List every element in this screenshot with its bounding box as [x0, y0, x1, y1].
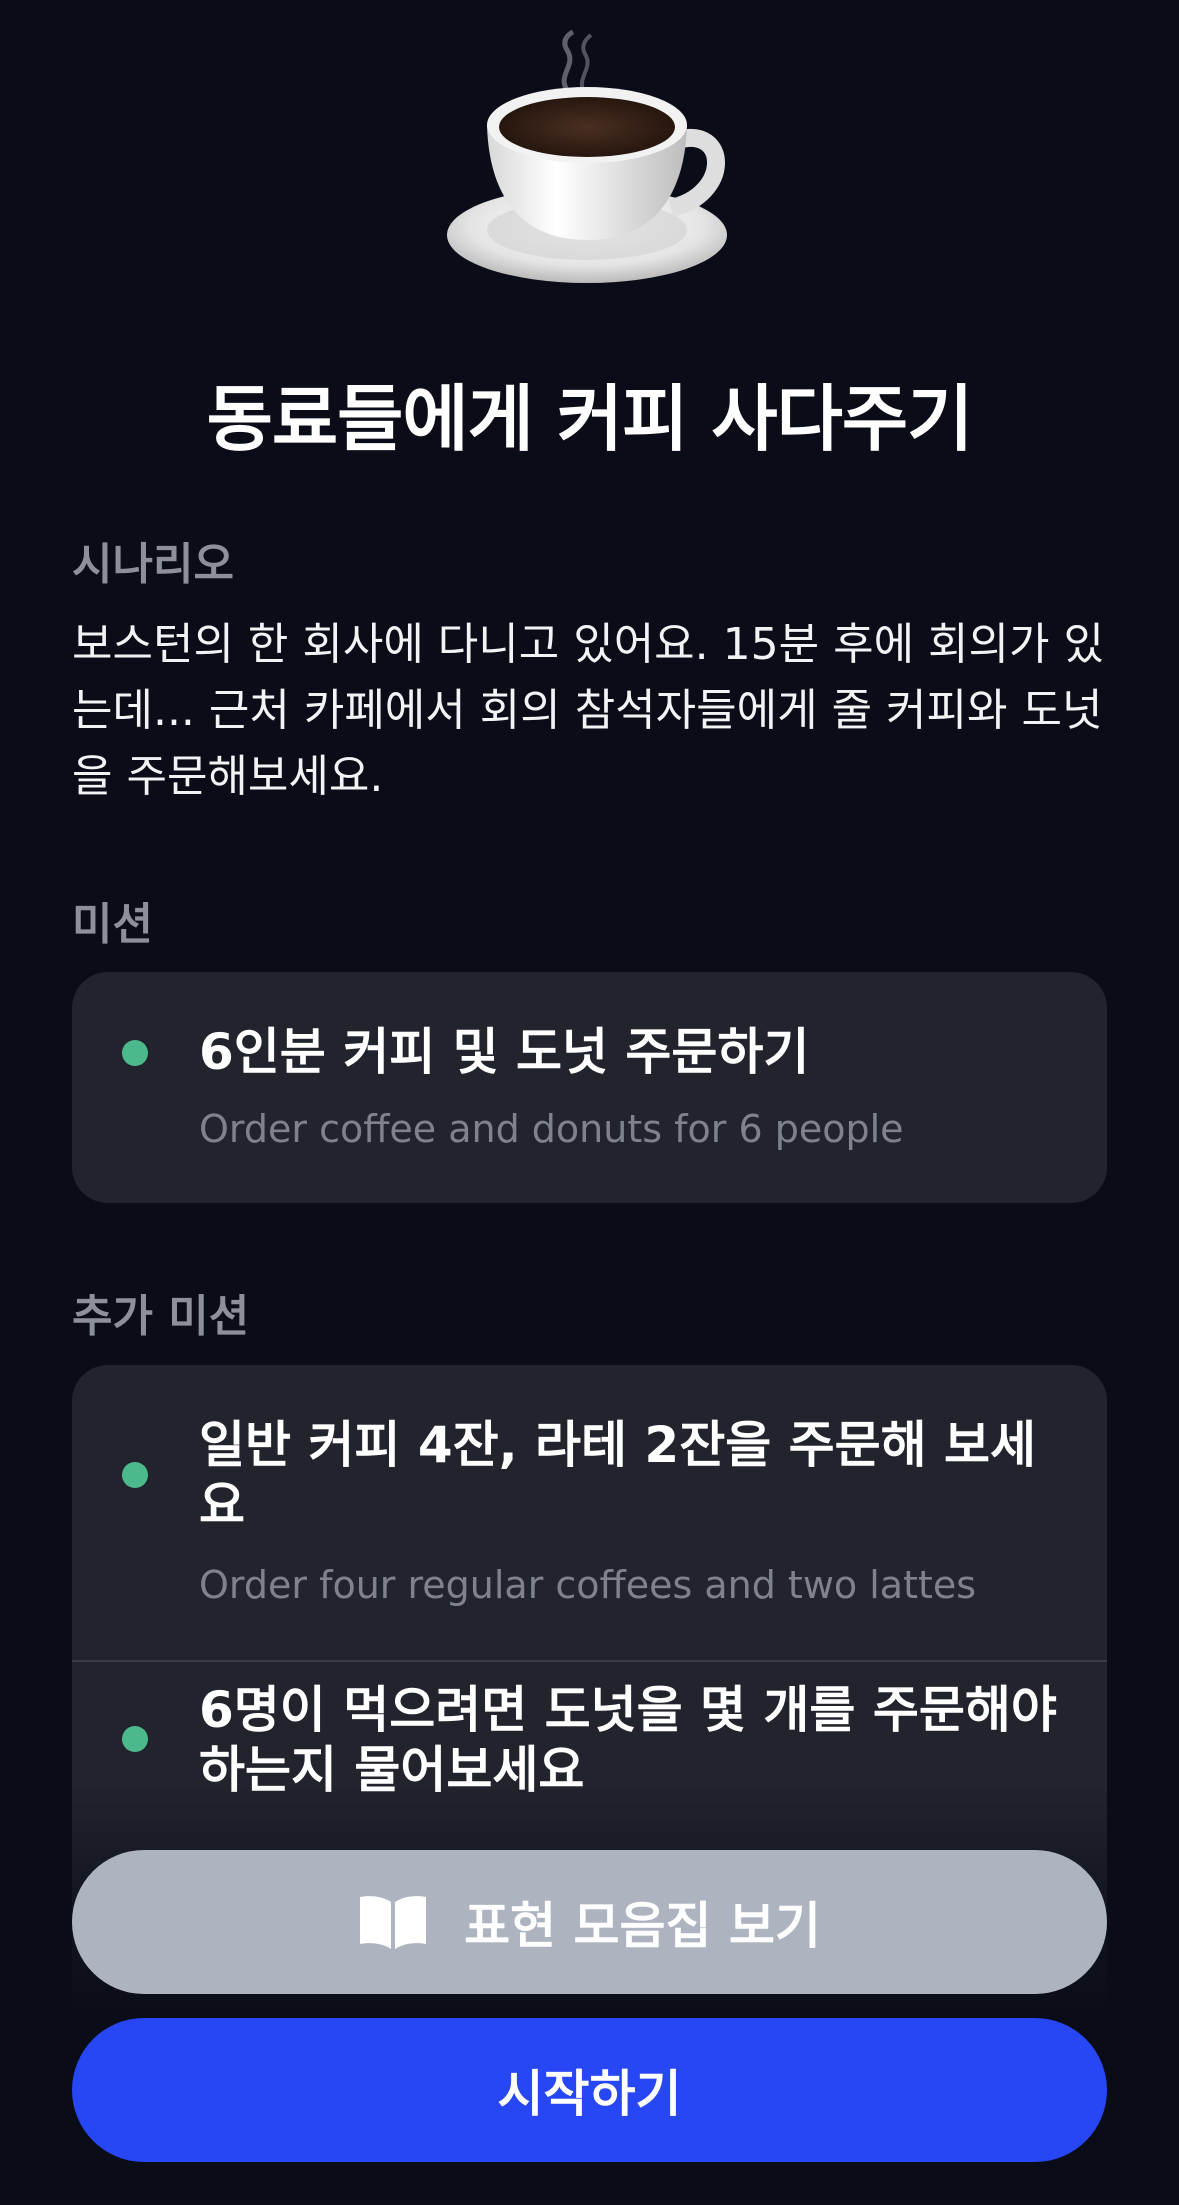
scenario-description: 보스턴의 한 회사에 다니고 있어요. 15분 후에 회의가 있는데... 근처… — [72, 619, 1104, 802]
extra-mission-item-subtitle: Order four regular coffees and two latte… — [199, 1563, 977, 1607]
phrase-book-button-label: 표현 모음집 보기 — [464, 1897, 821, 1955]
divider — [72, 1660, 1107, 1662]
extra-mission-item-title: 6명이 먹으려면 도넛을 몇 개를 주문해야 하는지 물어보세요 — [199, 1681, 1057, 1799]
start-button[interactable]: 시작하기 — [72, 2018, 1107, 2162]
bullet-dot — [122, 1040, 148, 1066]
mission-card: 6인분 커피 및 도넛 주문하기 Order coffee and donuts… — [72, 972, 1107, 1203]
scenario-screen: 동료들에게 커피 사다주기 시나리오 보스턴의 한 회사에 다니고 있어요. 1… — [0, 0, 1179, 2205]
coffee-cup-icon — [447, 30, 727, 283]
mission-item-title: 6인분 커피 및 도넛 주문하기 — [199, 1023, 810, 1081]
mission-label: 미션 — [72, 899, 153, 950]
bullet-dot — [122, 1726, 148, 1752]
scenario-label: 시나리오 — [72, 539, 234, 590]
extra-mission-item-title: 일반 커피 4잔, 라테 2잔을 주문해 보세요 — [199, 1416, 1037, 1534]
page-title: 동료들에게 커피 사다주기 — [206, 377, 974, 461]
start-button-label: 시작하기 — [497, 2065, 682, 2123]
mission-item-subtitle: Order coffee and donuts for 6 people — [199, 1107, 904, 1151]
open-book-icon — [360, 1896, 427, 1949]
bullet-dot — [122, 1462, 148, 1488]
extra-mission-label: 추가 미션 — [72, 1291, 250, 1342]
phrase-book-button[interactable]: 표현 모음집 보기 — [72, 1850, 1107, 1994]
